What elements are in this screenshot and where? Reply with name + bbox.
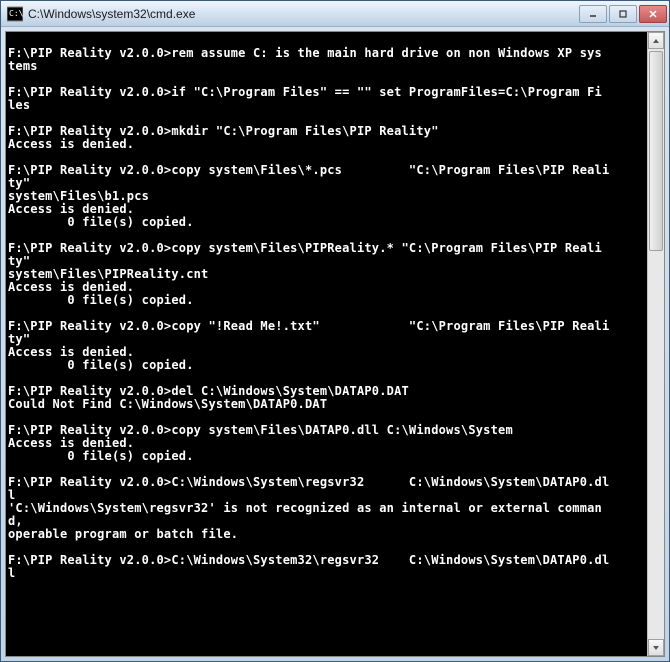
- scroll-down-button[interactable]: [648, 639, 664, 656]
- titlebar[interactable]: C:\ C:\Windows\system32\cmd.exe: [1, 1, 669, 27]
- window-controls: [577, 5, 667, 23]
- console-area: F:\PIP Reality v2.0.0>rem assume C: is t…: [5, 31, 665, 657]
- cmd-icon: C:\: [7, 6, 23, 22]
- close-button[interactable]: [639, 5, 667, 23]
- window-title: C:\Windows\system32\cmd.exe: [28, 7, 577, 21]
- scroll-up-button[interactable]: [648, 32, 664, 49]
- svg-text:C:\: C:\: [9, 9, 23, 18]
- scroll-track[interactable]: [648, 49, 664, 639]
- cmd-window: C:\ C:\Windows\system32\cmd.exe F:\PIP R…: [0, 0, 670, 662]
- vertical-scrollbar[interactable]: [647, 32, 664, 656]
- minimize-button[interactable]: [579, 5, 607, 23]
- console-output[interactable]: F:\PIP Reality v2.0.0>rem assume C: is t…: [6, 32, 647, 656]
- scroll-thumb[interactable]: [649, 51, 663, 251]
- maximize-button[interactable]: [609, 5, 637, 23]
